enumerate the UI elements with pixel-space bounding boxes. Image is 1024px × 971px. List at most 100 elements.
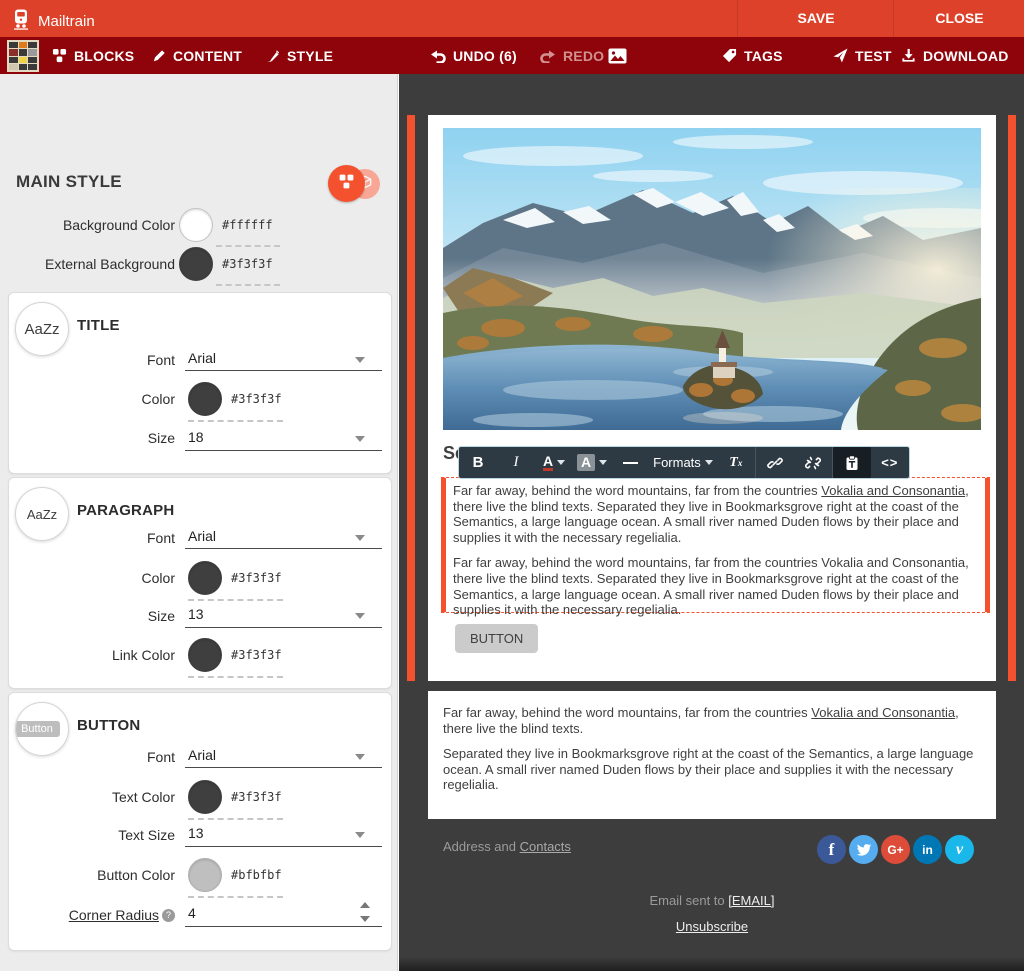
button-color-value[interactable]: #bfbfbf	[231, 868, 282, 882]
text-block-editable[interactable]: Far far away, behind the word mountains,…	[441, 477, 990, 613]
button-text-color-value[interactable]: #3f3f3f	[231, 790, 282, 804]
chevron-down-icon[interactable]	[355, 436, 365, 442]
vimeo-icon[interactable]: v	[945, 835, 974, 864]
title-font-select[interactable]: Arial	[188, 350, 216, 366]
clear-formatting-button[interactable]: Tx	[717, 447, 755, 478]
editor-toolbar: BLOCKS CONTENT STYLE	[0, 37, 1024, 74]
underline	[216, 245, 280, 247]
chevron-down-icon[interactable]	[355, 832, 365, 838]
chevron-down-icon[interactable]	[355, 613, 365, 619]
image-icon	[608, 48, 627, 64]
panel-heading: MAIN STYLE	[16, 172, 122, 192]
paragraph-font-select[interactable]: Arial	[188, 528, 216, 544]
hero-image[interactable]	[443, 128, 981, 430]
spinner-up-icon[interactable]	[360, 902, 370, 908]
contacts-link[interactable]: Contacts	[520, 839, 571, 854]
button-color-swatch[interactable]	[188, 858, 222, 892]
title-color-label: Color	[0, 391, 175, 407]
googleplus-icon[interactable]: G+	[881, 835, 910, 864]
link-button[interactable]	[756, 447, 794, 478]
tab-blocks[interactable]: BLOCKS	[52, 37, 134, 74]
background-color-button[interactable]: A	[573, 447, 611, 478]
corner-radius-input[interactable]: 4	[188, 905, 196, 921]
gallery-button[interactable]	[608, 37, 627, 74]
send-icon	[833, 48, 848, 63]
external-background-value[interactable]: #3f3f3f	[222, 257, 273, 271]
underline	[188, 896, 283, 898]
external-background-swatch[interactable]	[179, 247, 213, 281]
chevron-down-icon[interactable]	[355, 535, 365, 541]
download-icon	[901, 48, 916, 63]
text-color-button[interactable]: A	[535, 447, 573, 478]
title-size-select[interactable]: 18	[188, 429, 204, 445]
tab-style[interactable]: STYLE	[266, 37, 333, 74]
hr-button[interactable]	[611, 447, 649, 478]
bold-button[interactable]: B	[459, 447, 497, 478]
text-link[interactable]: Vokalia and Consonantia	[811, 705, 955, 720]
source-code-button[interactable]: <>	[871, 447, 909, 478]
paragraph: Far far away, behind the word mountains,…	[453, 483, 978, 545]
unlink-icon	[805, 455, 821, 471]
social-icons: f G+ in v	[817, 835, 974, 864]
title-color-swatch[interactable]	[188, 382, 222, 416]
richtext-toolbar: B I A A Formats Tx	[458, 446, 910, 479]
title-card-heading: TITLE	[77, 317, 120, 334]
underline	[188, 818, 283, 820]
paragraph-link-color-label: Link Color	[0, 647, 175, 663]
underline	[216, 284, 280, 286]
blocks-icon	[52, 48, 67, 63]
button-text-size-select[interactable]: 13	[188, 825, 204, 841]
tags-button[interactable]: TAGS	[722, 37, 783, 74]
background-color-value[interactable]: #ffffff	[222, 218, 273, 232]
unlink-button[interactable]	[794, 447, 832, 478]
button-text-color-swatch[interactable]	[188, 780, 222, 814]
paste-icon	[844, 455, 860, 471]
undo-button[interactable]: UNDO (6)	[430, 37, 517, 74]
download-button[interactable]: DOWNLOAD	[901, 37, 1009, 74]
facebook-icon[interactable]: f	[817, 835, 846, 864]
title-color-value[interactable]: #3f3f3f	[231, 392, 282, 406]
email-token-link[interactable]: [EMAIL]	[728, 893, 774, 908]
test-button[interactable]: TEST	[833, 37, 892, 74]
underline	[188, 676, 283, 678]
linkedin-icon[interactable]: in	[913, 835, 942, 864]
close-button[interactable]: CLOSE	[893, 0, 1024, 37]
paragraph-link-color-swatch[interactable]	[188, 638, 222, 672]
save-button[interactable]: SAVE	[737, 0, 894, 37]
paragraph-font-label: Font	[0, 530, 175, 546]
button-font-label: Font	[0, 749, 175, 765]
twitter-icon[interactable]	[849, 835, 878, 864]
redo-icon	[540, 49, 556, 63]
underline	[188, 599, 283, 601]
corner-radius-label: Corner Radius?	[0, 907, 175, 923]
paragraph-color-swatch[interactable]	[188, 561, 222, 595]
button-font-select[interactable]: Arial	[188, 747, 216, 763]
text-link[interactable]: Vokalia and Consonantia	[821, 483, 965, 498]
paragraph-color-label: Color	[0, 570, 175, 586]
redo-button[interactable]: REDO	[540, 37, 604, 74]
paragraph: Far far away, behind the word mountains,…	[453, 555, 978, 617]
underline	[185, 548, 382, 549]
paragraph-link-color-value[interactable]: #3f3f3f	[231, 648, 282, 662]
blocks-icon	[338, 173, 355, 195]
paste-as-text-button[interactable]	[833, 447, 871, 478]
chevron-down-icon[interactable]	[355, 754, 365, 760]
unsubscribe-link[interactable]: Unsubscribe	[676, 919, 748, 934]
paragraph-size-select[interactable]: 13	[188, 606, 204, 622]
email-button[interactable]: BUTTON	[455, 624, 538, 653]
paragraph: Separated they live in Bookmarksgrove ri…	[443, 746, 981, 793]
chevron-down-icon[interactable]	[599, 460, 607, 465]
button-text-size-label: Text Size	[0, 827, 175, 843]
chevron-down-icon[interactable]	[557, 460, 565, 465]
tab-content[interactable]: CONTENT	[152, 37, 242, 74]
help-icon[interactable]: ?	[162, 909, 175, 922]
formats-dropdown[interactable]: Formats	[649, 447, 717, 478]
italic-button[interactable]: I	[497, 447, 535, 478]
blocks-toggle-button[interactable]	[328, 165, 365, 202]
background-color-swatch[interactable]	[179, 208, 213, 242]
spinner-down-icon[interactable]	[360, 916, 370, 922]
paragraph-color-value[interactable]: #3f3f3f	[231, 571, 282, 585]
chevron-down-icon[interactable]	[355, 357, 365, 363]
footer-address: Address and Contacts	[443, 839, 571, 854]
text-block-secondary[interactable]: Far far away, behind the word mountains,…	[443, 705, 981, 803]
